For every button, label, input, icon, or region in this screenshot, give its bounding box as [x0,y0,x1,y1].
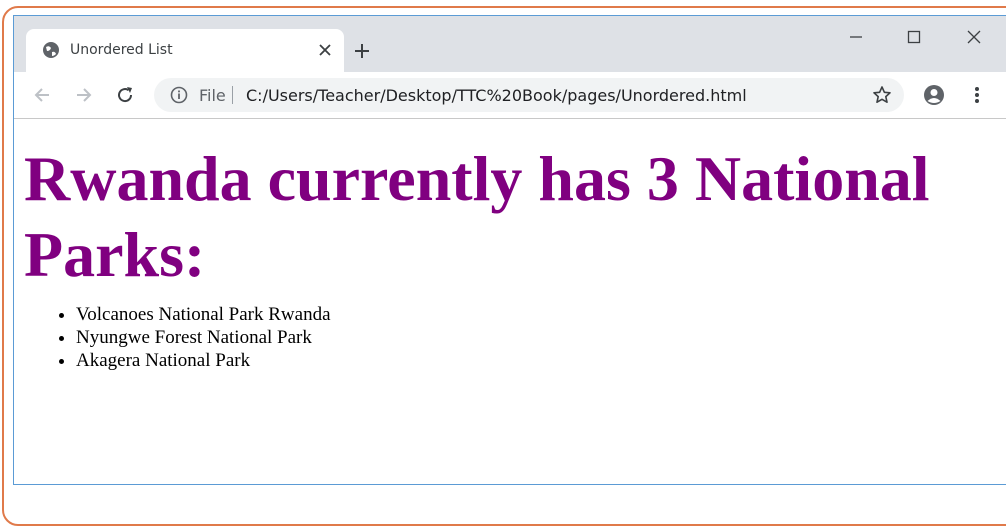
list-item: Volcanoes National Park Rwanda [76,303,331,326]
url-text[interactable]: C:/Users/Teacher/Desktop/TTC%20Book/page… [246,86,747,105]
page-heading: Rwanda currently has 3 National Parks: [24,143,930,290]
national-parks-list: Volcanoes National Park Rwanda Nyungwe F… [34,303,331,372]
close-icon[interactable] [312,37,338,63]
toolbar: File C:/Users/Teacher/Desktop/TTC%20Book… [14,72,1006,119]
forward-arrow-icon[interactable] [72,83,96,107]
url-scheme-label: File [199,86,226,105]
info-icon[interactable] [170,86,188,104]
list-item: Nyungwe Forest National Park [76,326,331,349]
tab-strip: Unordered List [14,16,1006,72]
address-bar[interactable]: File C:/Users/Teacher/Desktop/TTC%20Book… [154,78,904,112]
minimize-icon[interactable] [841,26,871,48]
plus-icon[interactable] [348,37,376,65]
maximize-icon[interactable] [899,26,929,48]
tab-title: Unordered List [70,42,173,58]
browser-window: Unordered List File C:/Users/Teacher/Des… [13,15,1006,485]
address-separator [232,86,233,104]
tab-unordered-list[interactable]: Unordered List [26,29,344,72]
account-icon[interactable] [922,83,946,107]
star-icon[interactable] [872,85,892,105]
list-item: Akagera National Park [76,349,331,372]
globe-icon [42,41,60,59]
back-arrow-icon[interactable] [30,83,54,107]
reload-icon[interactable] [113,83,137,107]
more-vert-icon[interactable] [965,83,989,107]
close-window-icon[interactable] [959,26,989,48]
